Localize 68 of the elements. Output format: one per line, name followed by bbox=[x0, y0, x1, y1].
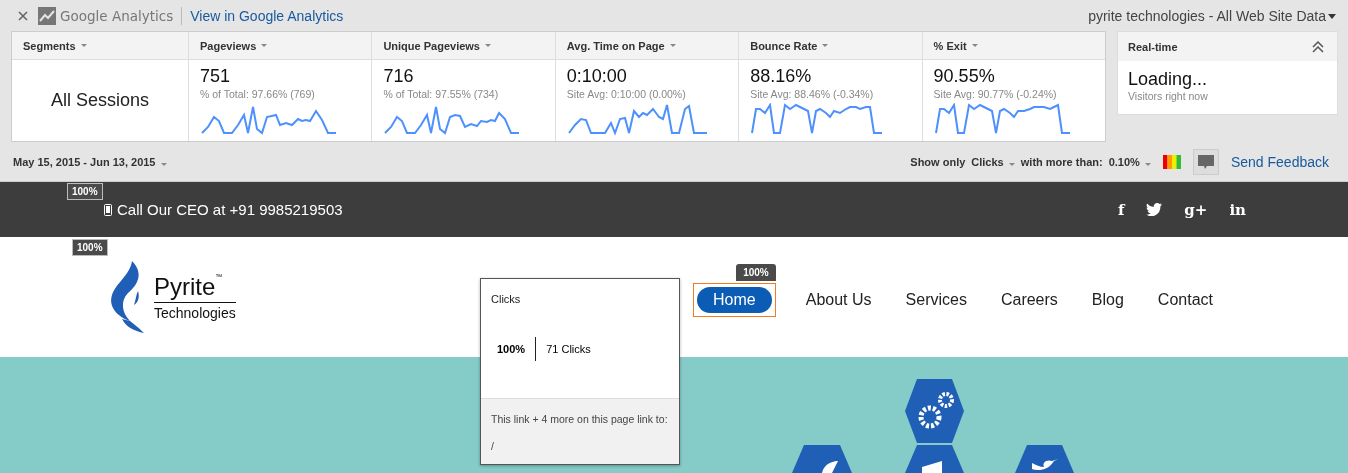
threshold-label: with more than: bbox=[1020, 156, 1103, 168]
metric-value: 88.16% bbox=[750, 66, 813, 87]
social-icon[interactable]: in bbox=[1229, 200, 1246, 219]
realtime-caption: Visitors right now bbox=[1127, 90, 1209, 102]
nav-link[interactable]: Services bbox=[905, 285, 967, 314]
metric-dropdown[interactable]: % Exit bbox=[922, 32, 1105, 60]
caret-icon bbox=[822, 44, 829, 47]
click-percent-badge: 100% bbox=[736, 263, 776, 281]
segment-label: All Sessions bbox=[50, 90, 149, 111]
metric-dropdown[interactable]: Pageviews bbox=[189, 32, 372, 60]
close-icon[interactable] bbox=[18, 10, 28, 21]
show-only-label: Show only bbox=[910, 156, 966, 168]
caret-icon bbox=[80, 44, 87, 47]
speech-bubble-icon bbox=[1197, 154, 1214, 170]
click-count: 71 Clicks bbox=[545, 343, 591, 355]
caret-icon bbox=[1008, 163, 1015, 166]
nav-link[interactable]: Contact bbox=[1157, 285, 1213, 314]
click-percent-badge: 100% bbox=[72, 239, 108, 256]
logo-tagline: Technologies bbox=[154, 305, 236, 321]
metric-note: % of Total: 97.55% (734) bbox=[383, 88, 500, 100]
metric-note: Site Avg: 88.46% (-0.34%) bbox=[750, 88, 875, 100]
product-logo-text: Google Analytics bbox=[60, 7, 174, 24]
click-percent: 100% bbox=[497, 337, 537, 361]
collapse-icon[interactable] bbox=[1311, 39, 1325, 54]
social-icon[interactable]: g+ bbox=[1184, 200, 1208, 219]
popup-title: Clicks bbox=[491, 293, 522, 305]
property-selector[interactable]: pyrite technologies - All Web Site Data bbox=[1088, 7, 1336, 24]
caret-icon bbox=[261, 44, 268, 47]
metric-dropdown[interactable]: Avg. Time on Page bbox=[555, 32, 739, 60]
line-chart-icon bbox=[38, 6, 56, 25]
view-link[interactable]: View in Google Analytics bbox=[190, 7, 344, 24]
metric-value: 0:10:00 bbox=[566, 66, 628, 87]
nav-link[interactable]: Blog bbox=[1091, 285, 1124, 314]
caret-icon bbox=[971, 44, 978, 47]
nav-link[interactable]: About Us bbox=[805, 285, 872, 314]
phone-icon bbox=[104, 203, 112, 216]
metric-note: % of Total: 97.66% (769) bbox=[200, 88, 316, 100]
click-percent-badge: 100% bbox=[67, 183, 103, 200]
caret-icon bbox=[669, 44, 676, 47]
realtime-title: Real-time bbox=[1128, 40, 1178, 53]
threshold-dropdown[interactable]: 0.10% bbox=[1108, 156, 1151, 168]
metric-dropdown[interactable]: Bounce Rate bbox=[739, 32, 922, 60]
metric-note: Site Avg: 90.77% (-0.24%) bbox=[933, 88, 1058, 100]
caret-icon bbox=[485, 44, 491, 47]
flame-logo-icon bbox=[108, 261, 146, 333]
bird-icon[interactable] bbox=[1146, 203, 1163, 216]
logo-name: Pyrite bbox=[154, 273, 216, 301]
segments-dropdown[interactable]: Segments bbox=[12, 32, 188, 60]
metric-value: 90.55% bbox=[933, 66, 996, 87]
social-icon[interactable]: f bbox=[1117, 200, 1125, 219]
caret-icon bbox=[1328, 14, 1336, 20]
nav-link[interactable]: Home bbox=[697, 286, 772, 313]
color-scale-icon[interactable] bbox=[1162, 155, 1181, 169]
metric-value: 716 bbox=[383, 66, 415, 87]
nav-link[interactable]: Careers bbox=[1000, 285, 1058, 314]
link-target[interactable]: / bbox=[491, 440, 669, 452]
caret-icon bbox=[1144, 163, 1151, 166]
comment-button[interactable] bbox=[1192, 149, 1219, 175]
link-note: This link + 4 more on this page link to: bbox=[491, 413, 669, 425]
caret-icon bbox=[160, 163, 167, 166]
date-range-dropdown[interactable]: May 15, 2015 - Jun 13, 2015 bbox=[13, 156, 167, 168]
realtime-value: Loading... bbox=[1127, 68, 1209, 90]
send-feedback-link[interactable]: Send Feedback bbox=[1230, 154, 1329, 170]
metric-note: Site Avg: 0:10:00 (0.00%) bbox=[566, 88, 687, 100]
metric-dropdown[interactable]: Clicks bbox=[971, 156, 1015, 168]
call-text[interactable]: Call Our CEO at +91 9985219503 bbox=[117, 201, 343, 218]
metric-value: 751 bbox=[200, 66, 232, 87]
metric-dropdown[interactable]: Unique Pageviews bbox=[372, 32, 555, 60]
